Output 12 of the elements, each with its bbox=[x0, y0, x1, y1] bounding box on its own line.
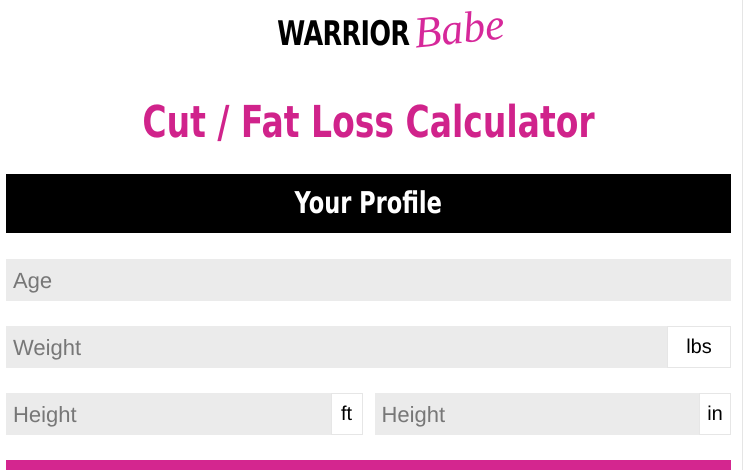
logo-script: Babe bbox=[411, 2, 506, 56]
input-field[interactable]: Weight bbox=[6, 326, 667, 368]
input-field[interactable]: Age bbox=[6, 259, 731, 302]
unit-label: ft bbox=[330, 393, 362, 436]
page-title: Cut / Fat Loss Calculator bbox=[142, 100, 595, 145]
input-field[interactable]: Height bbox=[374, 393, 699, 436]
logo-wordmark: WARRIOR bbox=[277, 17, 410, 52]
section-title: Your Profile bbox=[294, 185, 442, 224]
input-field[interactable]: Height bbox=[6, 393, 330, 436]
unit-label: in bbox=[699, 393, 731, 436]
unit-label: lbs bbox=[667, 326, 731, 368]
action-bar[interactable] bbox=[6, 460, 731, 470]
